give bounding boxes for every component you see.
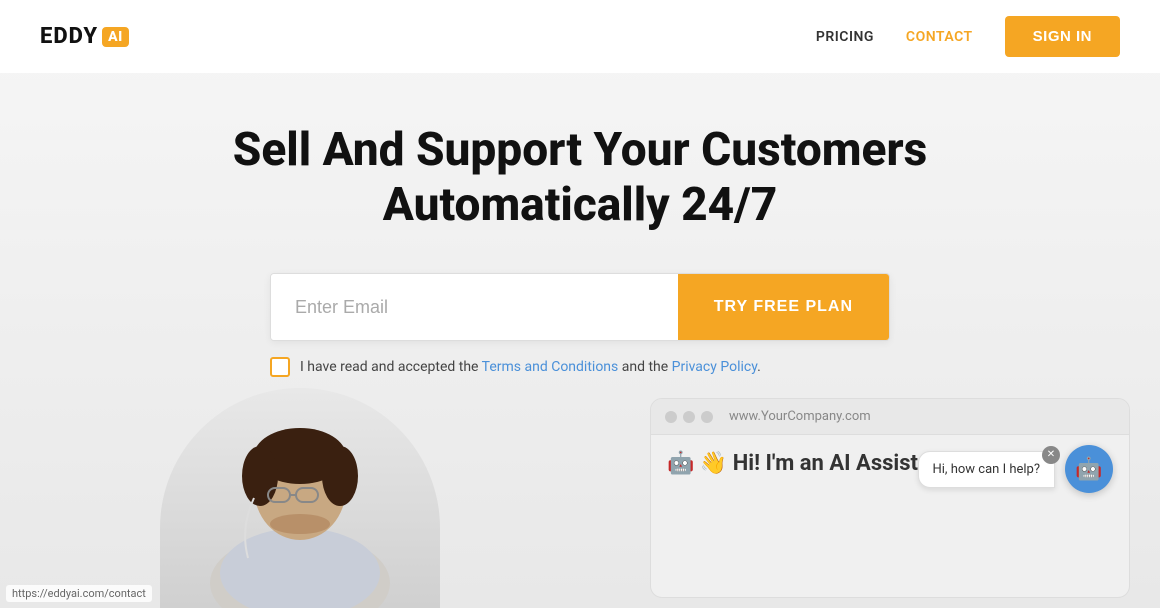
header: EDDY AI PRICING CONTACT SIGN IN [0, 0, 1160, 73]
pricing-nav-link[interactable]: PRICING [816, 29, 874, 45]
browser-dot-3 [701, 411, 713, 423]
email-input[interactable] [271, 274, 678, 340]
chat-bubble-text: Hi, how can I help? [933, 462, 1041, 477]
chat-close-button[interactable]: ✕ [1042, 446, 1060, 464]
main-nav: PRICING CONTACT SIGN IN [816, 16, 1120, 57]
hero-title-line2: Automatically 24/7 [383, 178, 778, 232]
logo: EDDY AI [40, 24, 129, 49]
sign-in-button[interactable]: SIGN IN [1005, 16, 1120, 57]
browser-bar: www.YourCompany.com [651, 399, 1129, 435]
logo-badge: AI [102, 27, 129, 47]
email-form: TRY FREE PLAN [270, 273, 890, 341]
chat-bubble: ✕ Hi, how can I help? [918, 451, 1056, 488]
terms-checkbox[interactable] [270, 357, 290, 377]
privacy-link[interactable]: Privacy Policy [672, 359, 757, 375]
person-illustration [180, 398, 420, 608]
browser-dot-1 [665, 411, 677, 423]
chat-avatar-icon: 🤖 [1075, 457, 1102, 482]
chat-window: www.YourCompany.com 🤖 👋 Hi! I'm an AI As… [650, 398, 1130, 598]
main-content: Sell And Support Your Customers Automati… [0, 73, 1160, 377]
hero-title-line1: Sell And Support Your Customers [233, 123, 927, 177]
contact-nav-link[interactable]: CONTACT [906, 29, 973, 45]
terms-label-before: I have read and accepted the [300, 359, 482, 375]
logo-text: EDDY [40, 24, 98, 49]
browser-url: www.YourCompany.com [729, 409, 871, 424]
chat-bubble-container: ✕ Hi, how can I help? 🤖 [918, 445, 1114, 493]
terms-label-middle: and the [618, 359, 671, 375]
chat-avatar[interactable]: 🤖 [1065, 445, 1113, 493]
bottom-section: www.YourCompany.com 🤖 👋 Hi! I'm an AI As… [0, 378, 1160, 608]
terms-checkbox-row: I have read and accepted the Terms and C… [270, 357, 890, 377]
terms-label-end: . [757, 359, 761, 375]
terms-label: I have read and accepted the Terms and C… [300, 359, 761, 375]
try-free-plan-button[interactable]: TRY FREE PLAN [678, 274, 889, 340]
browser-dot-2 [683, 411, 695, 423]
terms-link[interactable]: Terms and Conditions [482, 359, 619, 375]
footer-url: https://eddyai.com/contact [12, 587, 146, 600]
person-area [160, 388, 440, 608]
hero-title: Sell And Support Your Customers Automati… [233, 123, 927, 233]
footer-link: https://eddyai.com/contact [6, 585, 152, 602]
